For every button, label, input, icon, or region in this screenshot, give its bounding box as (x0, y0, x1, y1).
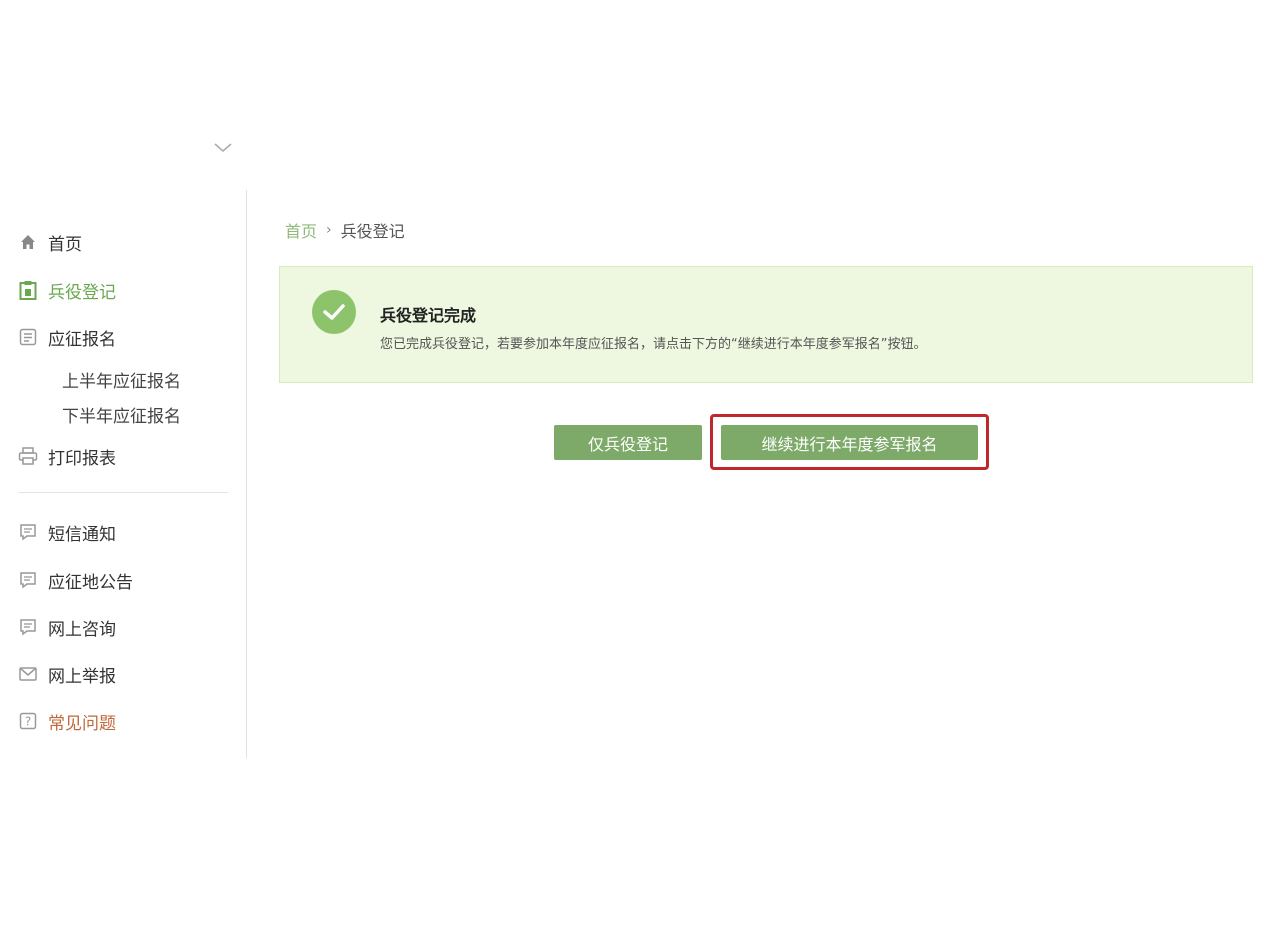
svg-text:?: ? (25, 715, 31, 729)
sidebar-divider (18, 492, 228, 493)
sidebar-item-online-consult[interactable]: 网上咨询 (18, 615, 116, 640)
breadcrumb-separator: › (326, 222, 332, 238)
breadcrumb-home[interactable]: 首页 (285, 218, 317, 242)
sidebar-item-print-report[interactable]: 打印报表 (18, 444, 116, 469)
sidebar-item-military-registration[interactable]: 兵役登记 (18, 278, 116, 303)
sidebar-item-label: 应征地公告 (48, 572, 133, 593)
only-register-button[interactable]: 仅兵役登记 (554, 425, 702, 460)
sidebar-item-label: 首页 (48, 234, 82, 255)
chat-icon (18, 617, 38, 637)
chat-icon (18, 522, 38, 542)
sidebar-item-online-report[interactable]: 网上举报 (18, 662, 116, 687)
sidebar-item-enlistment-application[interactable]: 应征报名 (18, 325, 116, 350)
document-icon (18, 327, 38, 347)
sidebar-item-sms-notice[interactable]: 短信通知 (18, 520, 116, 545)
breadcrumb: 首页 › 兵役登记 (285, 218, 405, 242)
chat-icon (18, 570, 38, 590)
mail-icon (18, 664, 38, 684)
notice-title: 兵役登记完成 (380, 306, 477, 325)
sidebar-subitem-first-half[interactable]: 上半年应征报名 (62, 367, 181, 392)
notice-text: 您已完成兵役登记，若要参加本年度应征报名，请点击下方的“继续进行本年度参军报名”… (380, 337, 927, 352)
sidebar-item-label: 应征报名 (48, 329, 116, 350)
breadcrumb-current: 兵役登记 (340, 222, 405, 241)
chevron-down-icon[interactable] (214, 138, 232, 157)
continue-enlist-button[interactable]: 继续进行本年度参军报名 (721, 425, 978, 460)
question-icon: ? (18, 711, 38, 731)
sidebar-item-label: 短信通知 (48, 524, 116, 545)
sidebar-item-label: 兵役登记 (48, 282, 116, 303)
sidebar-item-faq[interactable]: ? 常见问题 (18, 709, 116, 734)
sidebar-item-label: 常见问题 (48, 713, 116, 734)
sidebar-subitem-second-half[interactable]: 下半年应征报名 (62, 402, 181, 427)
check-circle-icon (312, 290, 356, 334)
home-icon (18, 232, 38, 252)
sidebar-item-home[interactable]: 首页 (18, 230, 82, 255)
sidebar-item-label: 网上举报 (48, 666, 116, 687)
printer-icon (18, 446, 38, 466)
sidebar-item-label: 网上咨询 (48, 619, 116, 640)
clipboard-icon (18, 280, 38, 300)
sidebar-item-local-announcement[interactable]: 应征地公告 (18, 568, 133, 593)
success-notice: 兵役登记完成 您已完成兵役登记，若要参加本年度应征报名，请点击下方的“继续进行本… (279, 266, 1253, 383)
sidebar-item-label: 打印报表 (48, 448, 116, 469)
